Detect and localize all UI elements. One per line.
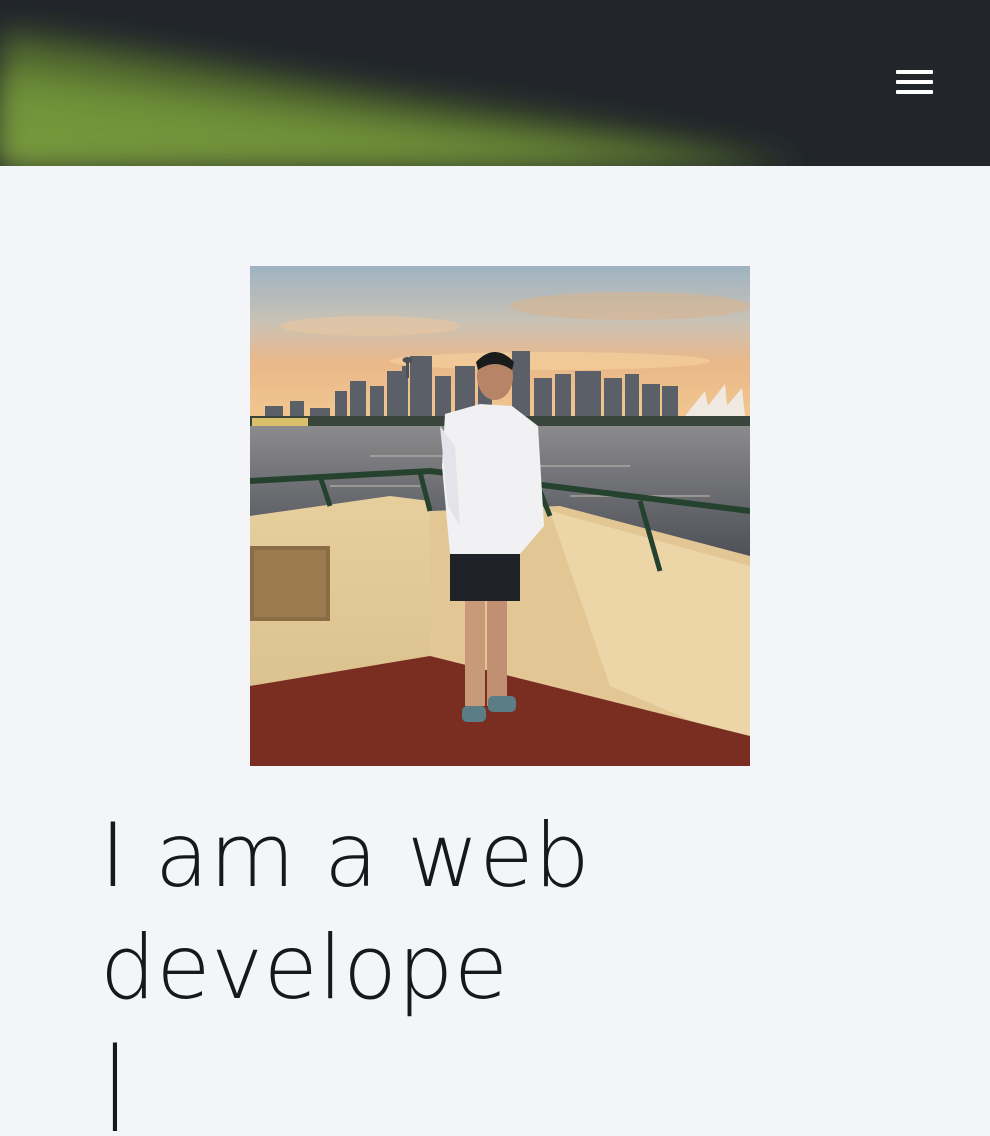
menu-button[interactable]	[886, 58, 942, 106]
hamburger-menu-icon	[896, 70, 933, 74]
profile-photo	[250, 266, 750, 766]
site-header	[0, 0, 990, 166]
hero-line-2: develope	[100, 916, 509, 1019]
hero-line-1: I am a web	[100, 804, 591, 907]
hero-headline: I am a web develope |	[100, 800, 660, 1136]
hamburger-menu-icon-bar	[896, 80, 933, 84]
typing-cursor: |	[100, 1028, 131, 1131]
header-gradient-decoration	[0, 30, 800, 166]
hamburger-menu-icon-bar	[896, 90, 933, 94]
